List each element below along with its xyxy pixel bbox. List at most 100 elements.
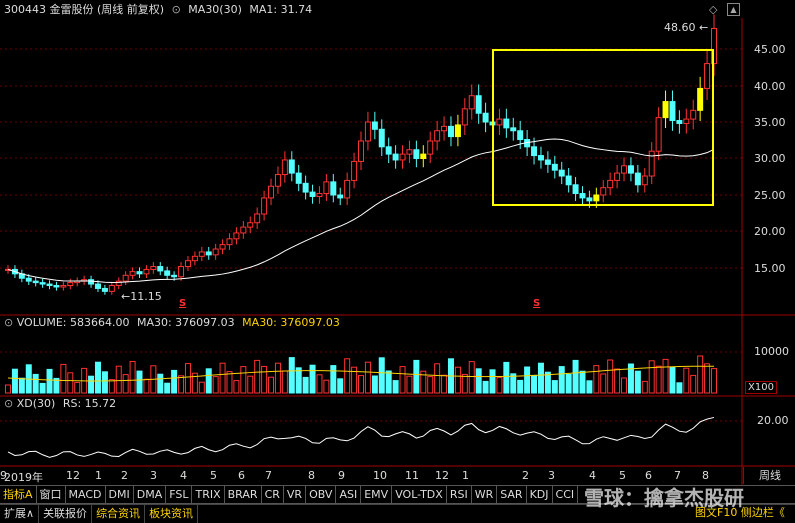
indicator-tab[interactable]: DMI bbox=[105, 486, 134, 503]
time-tick-label: 7 bbox=[674, 469, 681, 482]
low-price-label: ←11.15 bbox=[121, 290, 162, 303]
candle-body bbox=[461, 108, 468, 126]
time-tick-label: 2 bbox=[522, 469, 529, 482]
volume-bar bbox=[344, 358, 351, 394]
candle-body bbox=[544, 159, 551, 165]
candle-body bbox=[261, 197, 268, 215]
indicator-tab[interactable]: VR bbox=[283, 486, 307, 503]
price-tick-label: 30.00 bbox=[754, 152, 786, 165]
candle-body bbox=[454, 124, 461, 138]
volume-bar bbox=[39, 382, 46, 394]
indicator-tab[interactable]: DMA bbox=[133, 486, 167, 503]
price-chart[interactable] bbox=[0, 0, 795, 522]
indicator-tab[interactable]: FSL bbox=[166, 486, 193, 503]
time-tick-label: 7 bbox=[265, 469, 272, 482]
candle-body bbox=[88, 279, 95, 285]
candle-body bbox=[268, 185, 275, 199]
indicator-tab[interactable]: OBV bbox=[306, 486, 337, 503]
volume-bar bbox=[621, 377, 628, 394]
settings-icon[interactable]: ⊙ bbox=[4, 316, 13, 329]
volume-bar bbox=[537, 362, 544, 394]
time-tick-label: 9 bbox=[338, 469, 345, 482]
indicator-tab[interactable]: BRAR bbox=[224, 486, 262, 503]
volume-bar bbox=[496, 377, 503, 394]
candle-body bbox=[46, 283, 53, 287]
indicator-tab[interactable]: 指标A bbox=[0, 486, 37, 503]
candle-body bbox=[662, 101, 669, 119]
candle-body bbox=[191, 255, 198, 262]
xd-axis-label: 20.00 bbox=[757, 414, 789, 427]
bottom-tab[interactable]: 关联报价 bbox=[39, 505, 93, 523]
volume-bar bbox=[524, 366, 531, 394]
candle-body bbox=[627, 165, 634, 174]
volume-bar bbox=[371, 375, 378, 394]
time-tick-label: 4 bbox=[589, 469, 596, 482]
indicator-tab[interactable]: RSI bbox=[446, 486, 472, 503]
volume-axis-label: 10000 bbox=[754, 345, 789, 358]
indicator-tab[interactable]: ASI bbox=[336, 486, 362, 503]
volume-bar bbox=[233, 380, 240, 394]
candle-body bbox=[420, 153, 427, 159]
candle-body bbox=[475, 95, 482, 114]
volume-label: VOLUME: 583664.00 bbox=[16, 316, 130, 329]
high-price-label: 48.60 ← bbox=[664, 21, 709, 34]
volume-bar bbox=[178, 375, 185, 394]
time-tick-label: 11 bbox=[405, 469, 419, 482]
indicator-tab[interactable]: CCI bbox=[552, 486, 579, 503]
volume-bar bbox=[157, 373, 164, 394]
volume-bar bbox=[67, 372, 74, 394]
candle-body bbox=[233, 232, 240, 240]
indicator-tab[interactable]: VOL-TDX bbox=[392, 486, 447, 503]
candle-body bbox=[337, 194, 344, 199]
watermark: 雪球：擒拿杰股研 bbox=[584, 486, 744, 510]
indicator-tab[interactable]: EMV bbox=[361, 486, 393, 503]
bottom-tab[interactable]: 综合资讯 bbox=[92, 505, 146, 523]
candle-body bbox=[690, 109, 697, 120]
indicator-tab[interactable]: 窗口 bbox=[36, 486, 66, 503]
indicator-tab[interactable]: CR bbox=[261, 486, 284, 503]
time-tick-label: 3 bbox=[548, 469, 555, 482]
volume-bar bbox=[184, 363, 191, 394]
candle-body bbox=[517, 130, 524, 141]
volume-bar bbox=[634, 370, 641, 394]
volume-bar bbox=[475, 368, 482, 394]
volume-bar bbox=[413, 359, 420, 394]
period-button[interactable]: 周线 bbox=[743, 467, 795, 484]
candle-body bbox=[247, 222, 254, 228]
indicator-tab[interactable]: WR bbox=[471, 486, 498, 503]
volume-bar bbox=[378, 357, 385, 394]
volume-bar bbox=[572, 359, 579, 394]
candle-body bbox=[441, 125, 448, 132]
volume-bar bbox=[489, 369, 496, 394]
candle-body bbox=[288, 159, 295, 174]
price-tick-label: 20.00 bbox=[754, 225, 786, 238]
time-tick-label: 5 bbox=[210, 469, 217, 482]
time-tick-label: 12 bbox=[435, 469, 449, 482]
volume-bar bbox=[108, 379, 115, 394]
volume-bar bbox=[614, 368, 621, 394]
indicator-tab[interactable]: TRIX bbox=[192, 486, 225, 503]
volume-bar bbox=[593, 365, 600, 394]
volume-bar bbox=[247, 375, 254, 394]
candle-body bbox=[607, 179, 614, 189]
indicator-tab[interactable]: MACD bbox=[65, 486, 106, 503]
candle-body bbox=[32, 280, 39, 284]
volume-bar bbox=[240, 366, 247, 394]
indicator-tab[interactable]: KDJ bbox=[526, 486, 553, 503]
settings-icon[interactable]: ⊙ bbox=[4, 397, 13, 410]
volume-bar bbox=[461, 373, 468, 394]
bottom-tab[interactable]: 板块资讯 bbox=[145, 505, 199, 523]
candle-body bbox=[219, 244, 226, 250]
volume-bar bbox=[74, 381, 81, 394]
indicator-tab[interactable]: SAR bbox=[497, 486, 527, 503]
volume-bar bbox=[316, 374, 323, 394]
xd-label: XD(30) bbox=[16, 397, 56, 410]
time-tick-label: 2 bbox=[121, 469, 128, 482]
candle-body bbox=[503, 118, 510, 129]
bottom-tab[interactable]: 扩展∧ bbox=[0, 505, 40, 523]
volume-bar bbox=[115, 365, 122, 394]
candle-body bbox=[600, 187, 607, 196]
candle-body bbox=[212, 248, 219, 256]
volume-bar bbox=[219, 362, 226, 394]
volume-bar bbox=[544, 371, 551, 394]
